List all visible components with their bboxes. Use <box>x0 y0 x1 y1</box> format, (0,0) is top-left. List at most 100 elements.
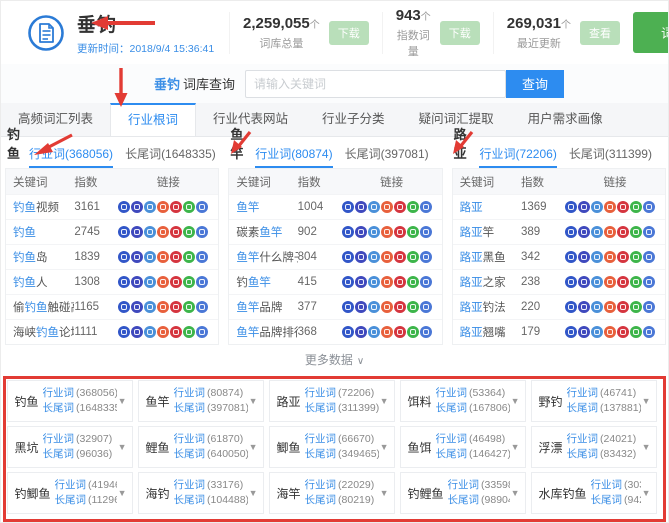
platform-icon-6[interactable] <box>407 226 419 238</box>
platform-icon-1[interactable] <box>118 326 130 338</box>
platform-icon-3[interactable] <box>144 226 156 238</box>
platform-icon-6[interactable] <box>407 301 419 313</box>
platform-icon-2[interactable] <box>578 326 590 338</box>
industry-word-link[interactable]: 行业词 <box>436 387 468 399</box>
dropdown-caret-icon[interactable]: ▼ <box>642 442 651 452</box>
platform-icon-1[interactable] <box>342 326 354 338</box>
keyword-cell[interactable]: 鱼竿品牌 <box>229 299 297 315</box>
platform-icon-4[interactable] <box>157 276 169 288</box>
platform-icon-3[interactable] <box>144 326 156 338</box>
platform-icon-7[interactable] <box>420 201 432 213</box>
platform-icon-7[interactable] <box>420 326 432 338</box>
dropdown-caret-icon[interactable]: ▼ <box>642 396 651 406</box>
platform-icon-1[interactable] <box>342 251 354 263</box>
platform-icon-2[interactable] <box>131 226 143 238</box>
platform-icon-5[interactable] <box>394 251 406 263</box>
panel-0-tab-1[interactable]: 长尾词(1648335) <box>125 145 216 168</box>
keyword-cell[interactable]: 碳素鱼竿 <box>229 224 297 240</box>
panel-1-tab-0[interactable]: 行业词(80874) <box>255 145 332 168</box>
platform-icon-7[interactable] <box>643 276 655 288</box>
platform-icon-4[interactable] <box>604 226 616 238</box>
panel-0-tab-0[interactable]: 行业词(368056) <box>29 145 113 168</box>
platform-icon-3[interactable] <box>144 251 156 263</box>
platform-icon-5[interactable] <box>617 201 629 213</box>
platform-icon-2[interactable] <box>578 251 590 263</box>
industry-word-link[interactable]: 行业词 <box>305 479 337 491</box>
platform-icon-7[interactable] <box>196 301 208 313</box>
platform-icon-5[interactable] <box>617 326 629 338</box>
industry-word-link[interactable]: 行业词 <box>55 479 87 491</box>
keyword-cell[interactable]: 路亚竿 <box>453 224 521 240</box>
platform-icon-1[interactable] <box>342 226 354 238</box>
platform-icon-7[interactable] <box>196 201 208 213</box>
platform-icon-1[interactable] <box>118 276 130 288</box>
platform-icon-3[interactable] <box>144 301 156 313</box>
platform-icon-7[interactable] <box>420 301 432 313</box>
longtail-word-link[interactable]: 长尾词 <box>436 402 468 414</box>
platform-icon-7[interactable] <box>643 326 655 338</box>
platform-icon-7[interactable] <box>420 276 432 288</box>
dropdown-caret-icon[interactable]: ▼ <box>380 442 389 452</box>
platform-icon-4[interactable] <box>381 301 393 313</box>
industry-word-link[interactable]: 行业词 <box>305 387 337 399</box>
longtail-word-link[interactable]: 长尾词 <box>55 494 87 506</box>
platform-icon-4[interactable] <box>381 251 393 263</box>
platform-icon-4[interactable] <box>604 201 616 213</box>
industry-word-link[interactable]: 行业词 <box>448 479 480 491</box>
word-library-service-button[interactable]: 词库服务 <box>633 12 669 53</box>
industry-word-link[interactable]: 行业词 <box>591 479 623 491</box>
longtail-word-link[interactable]: 长尾词 <box>591 494 623 506</box>
platform-icon-2[interactable] <box>355 251 367 263</box>
platform-icon-6[interactable] <box>630 201 642 213</box>
industry-word-link[interactable]: 行业词 <box>305 433 337 445</box>
platform-icon-4[interactable] <box>381 276 393 288</box>
keyword-cell[interactable]: 海峡钓鱼论坛 <box>6 324 74 340</box>
platform-icon-6[interactable] <box>630 326 642 338</box>
industry-word-link[interactable]: 行业词 <box>436 433 468 445</box>
industry-word-link[interactable]: 行业词 <box>567 433 599 445</box>
platform-icon-3[interactable] <box>144 201 156 213</box>
platform-icon-5[interactable] <box>170 276 182 288</box>
longtail-word-link[interactable]: 长尾词 <box>436 448 468 460</box>
platform-icon-7[interactable] <box>643 226 655 238</box>
longtail-word-link[interactable]: 长尾词 <box>305 448 337 460</box>
platform-icon-4[interactable] <box>157 251 169 263</box>
download-button[interactable]: 下载 <box>440 21 480 45</box>
dropdown-caret-icon[interactable]: ▼ <box>118 396 127 406</box>
dropdown-caret-icon[interactable]: ▼ <box>249 396 258 406</box>
longtail-word-link[interactable]: 长尾词 <box>567 402 599 414</box>
platform-icon-2[interactable] <box>355 226 367 238</box>
industry-word-link[interactable]: 行业词 <box>174 387 206 399</box>
keyword-cell[interactable]: 钓鱼视频 <box>6 199 74 215</box>
platform-icon-6[interactable] <box>407 326 419 338</box>
keyword-cell[interactable]: 路亚黑鱼 <box>453 249 521 265</box>
industry-word-link[interactable]: 行业词 <box>567 387 599 399</box>
platform-icon-5[interactable] <box>394 201 406 213</box>
platform-icon-3[interactable] <box>591 326 603 338</box>
platform-icon-2[interactable] <box>131 301 143 313</box>
platform-icon-6[interactable] <box>407 251 419 263</box>
platform-icon-3[interactable] <box>368 276 380 288</box>
platform-icon-6[interactable] <box>630 251 642 263</box>
keyword-cell[interactable]: 鱼竿品牌排行榜 <box>229 324 297 340</box>
platform-icon-5[interactable] <box>394 226 406 238</box>
platform-icon-1[interactable] <box>565 226 577 238</box>
platform-icon-4[interactable] <box>604 301 616 313</box>
platform-icon-6[interactable] <box>407 276 419 288</box>
keyword-cell[interactable]: 路亚钓法 <box>453 299 521 315</box>
platform-icon-1[interactable] <box>565 251 577 263</box>
panel-2-tab-0[interactable]: 行业词(72206) <box>479 145 556 168</box>
platform-icon-6[interactable] <box>630 226 642 238</box>
industry-word-link[interactable]: 行业词 <box>174 479 206 491</box>
dropdown-caret-icon[interactable]: ▼ <box>249 442 258 452</box>
industry-word-link[interactable]: 行业词 <box>43 387 75 399</box>
platform-icon-5[interactable] <box>617 251 629 263</box>
platform-icon-7[interactable] <box>196 326 208 338</box>
dropdown-caret-icon[interactable]: ▼ <box>511 396 520 406</box>
platform-icon-1[interactable] <box>342 301 354 313</box>
panel-2-tab-1[interactable]: 长尾词(311399) <box>569 145 652 168</box>
platform-icon-3[interactable] <box>144 276 156 288</box>
search-button[interactable]: 查询 <box>506 70 564 98</box>
platform-icon-2[interactable] <box>578 226 590 238</box>
main-tab-1[interactable]: 行业根词 <box>110 103 196 136</box>
